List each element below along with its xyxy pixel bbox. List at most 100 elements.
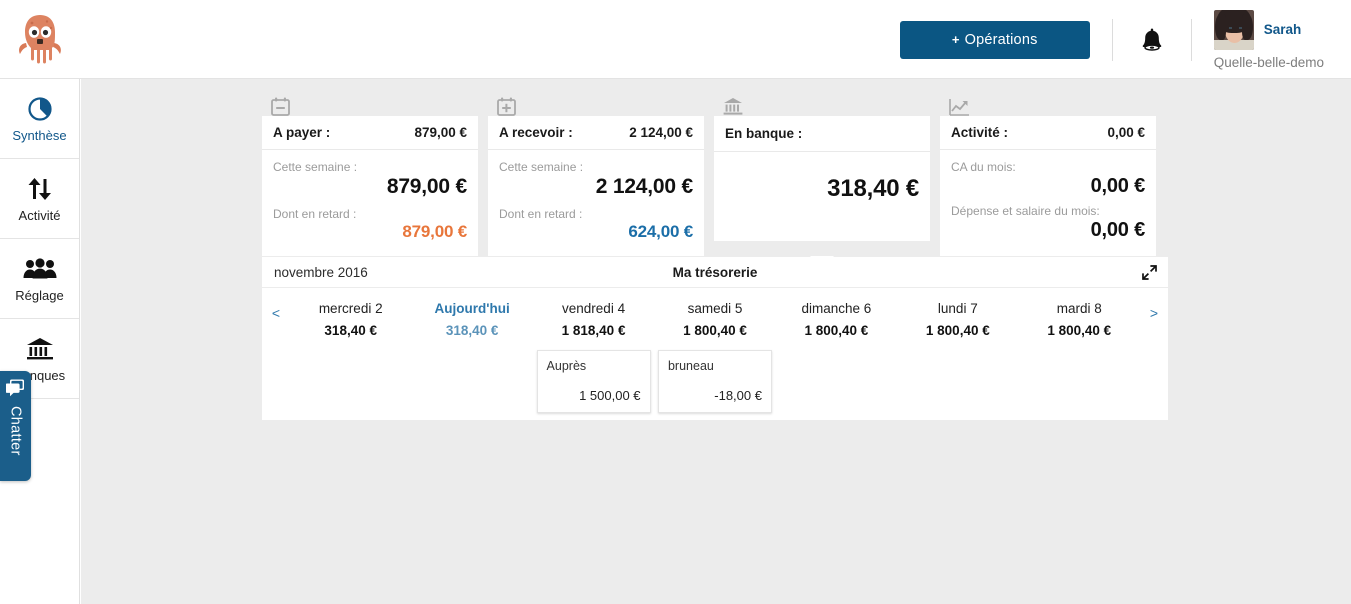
header-actions: + Opérations Sarah Quelle-belle-demo <box>899 0 1351 79</box>
up-down-arrows-icon <box>25 174 55 204</box>
kpi-header: A recevoir : 2 124,00 € <box>488 116 704 150</box>
kpi-header: En banque : <box>714 116 930 152</box>
kpi-row-label: CA du mois: <box>951 160 1016 174</box>
octopus-logo-icon <box>19 15 61 64</box>
treasury-day-column[interactable]: vendredi 4 1 818,40 € Auprès 1 500,00 € <box>533 288 654 419</box>
treasury-header: novembre 2016 Ma trésorerie <box>262 257 1168 288</box>
transaction-name: bruneau <box>667 359 714 373</box>
sidebar-item-label: Réglage <box>15 288 64 303</box>
divider <box>1111 18 1113 61</box>
day-label: Aujourd'hui <box>434 301 510 316</box>
top-header: + Opérations Sarah Quelle-belle-demo <box>0 0 1351 79</box>
avatar <box>1213 9 1254 50</box>
day-balance: 1 800,40 € <box>925 323 990 338</box>
transaction-name: Auprès <box>546 359 587 373</box>
app-root: + Opérations Sarah Quelle-belle-demo Syn… <box>0 0 1351 604</box>
kpi-row-label: Dont en retard : <box>273 207 357 221</box>
user-name: Sarah <box>1263 22 1302 37</box>
day-balance: 318,40 € <box>324 323 377 338</box>
day-balance: 1 800,40 € <box>1047 323 1112 338</box>
kpi-title: A payer : <box>273 125 331 140</box>
kpi-card-en-banque[interactable]: En banque : 318,40 € <box>714 94 930 268</box>
transaction-card[interactable]: bruneau -18,00 € <box>657 350 772 413</box>
kpi-card-activite[interactable]: Activité : 0,00 € CA du mois: 0,00 € Dép… <box>940 94 1156 256</box>
kpi-row-value: 0,00 € <box>1090 219 1146 241</box>
sidebar-item-synthese[interactable]: Synthèse <box>0 79 79 159</box>
sidebar-item-reglage[interactable]: Réglage <box>0 239 79 319</box>
add-operations-button[interactable]: + Opérations <box>899 20 1090 59</box>
kpi-row-value-overdue: 624,00 € <box>628 222 693 241</box>
kpi-header-value: 879,00 € <box>414 125 467 140</box>
kpi-title: A recevoir : <box>499 125 573 140</box>
kpi-card-body: A payer : 879,00 € Cette semaine : 879,0… <box>262 116 478 256</box>
day-label: vendredi 4 <box>562 301 626 316</box>
kpi-row-value: 0,00 € <box>1090 175 1146 197</box>
company-name: Quelle-belle-demo <box>1213 54 1324 70</box>
kpi-details: 318,40 € <box>714 152 930 241</box>
app-logo[interactable] <box>0 0 80 79</box>
day-balance: 1 800,40 € <box>683 323 747 338</box>
transaction-card[interactable]: Auprès 1 500,00 € <box>536 350 651 413</box>
user-menu[interactable]: Sarah Quelle-belle-demo <box>1213 9 1324 70</box>
treasury-day-column[interactable]: mercredi 2 318,40 € <box>290 288 411 419</box>
sidebar-item-activite[interactable]: Activité <box>0 159 79 239</box>
pie-chart-icon <box>27 94 53 124</box>
day-label: dimanche 6 <box>801 301 872 316</box>
transaction-amount: 1 500,00 € <box>579 388 641 403</box>
kpi-details: CA du mois: 0,00 € Dépense et salaire du… <box>940 150 1156 256</box>
sidebar-item-label: Activité <box>18 208 61 223</box>
kpi-header-value: 2 124,00 € <box>629 125 693 140</box>
notifications-button[interactable] <box>1135 20 1169 60</box>
bell-icon <box>1142 28 1161 51</box>
kpi-row-label: Dont en retard : <box>499 207 583 221</box>
kpi-card-body: Activité : 0,00 € CA du mois: 0,00 € Dép… <box>940 116 1156 256</box>
kpi-details: Cette semaine : 2 124,00 € Dont en retar… <box>488 150 704 256</box>
treasury-day-grid: < mercredi 2 318,40 € Aujourd'hui 318,40… <box>262 288 1168 419</box>
plus-icon: + <box>951 32 960 47</box>
sidebar-item-label: Synthèse <box>12 128 67 143</box>
kpi-header: Activité : 0,00 € <box>940 116 1156 150</box>
trend-chart-icon <box>940 94 1156 116</box>
kpi-title: Activité : <box>951 125 1009 140</box>
day-balance: 318,40 € <box>445 323 499 338</box>
people-group-icon <box>23 254 57 284</box>
treasury-panel: novembre 2016 Ma trésorerie < mercredi 2… <box>262 257 1168 420</box>
divider <box>1190 18 1192 61</box>
kpi-row-value: 879,00 € <box>386 175 467 198</box>
expand-diagonal-icon[interactable] <box>1142 264 1157 280</box>
previous-week-button[interactable]: < <box>262 288 290 419</box>
chat-bubble-icon <box>5 379 25 402</box>
kpi-card-body: En banque : 318,40 € <box>714 116 930 241</box>
user-identity-row: Sarah <box>1213 9 1302 50</box>
kpi-title: En banque : <box>725 126 803 141</box>
treasury-day-column[interactable]: lundi 7 1 800,40 € <box>897 288 1018 419</box>
treasury-day-column-today[interactable]: Aujourd'hui 318,40 € <box>411 288 532 419</box>
kpi-row-label: Cette semaine : <box>499 160 584 174</box>
operations-button-label: Opérations <box>964 31 1038 48</box>
treasury-day-column[interactable]: dimanche 6 1 800,40 € <box>776 288 897 419</box>
kpi-card-a-payer[interactable]: A payer : 879,00 € Cette semaine : 879,0… <box>262 94 478 256</box>
kpi-cards-row: A payer : 879,00 € Cette semaine : 879,0… <box>262 94 1156 268</box>
kpi-header: A payer : 879,00 € <box>262 116 478 150</box>
treasury-day-column[interactable]: samedi 5 1 800,40 € bruneau -18,00 € <box>654 288 775 419</box>
treasury-day-column[interactable]: mardi 8 1 800,40 € <box>1019 288 1140 419</box>
chatter-tab[interactable]: Chatter <box>0 371 31 481</box>
kpi-row-value: 2 124,00 € <box>595 175 693 198</box>
chatter-label: Chatter <box>7 406 24 456</box>
kpi-row-value-overdue: 879,00 € <box>402 222 467 241</box>
day-label: lundi 7 <box>937 301 978 316</box>
next-week-button[interactable]: > <box>1140 288 1168 419</box>
day-label: mercredi 2 <box>318 301 383 316</box>
kpi-card-a-recevoir[interactable]: A recevoir : 2 124,00 € Cette semaine : … <box>488 94 704 256</box>
kpi-row-label: Cette semaine : <box>273 160 358 174</box>
day-label: mardi 8 <box>1056 301 1102 316</box>
day-balance: 1 818,40 € <box>561 323 626 338</box>
day-label: samedi 5 <box>687 301 743 316</box>
kpi-card-body: A recevoir : 2 124,00 € Cette semaine : … <box>488 116 704 256</box>
calendar-plus-icon <box>488 94 704 116</box>
bank-balance-value: 318,40 € <box>827 175 919 202</box>
left-sidebar: Synthèse Activité Réglage Banques <box>0 79 80 604</box>
calendar-minus-icon <box>262 94 478 116</box>
transaction-amount: -18,00 € <box>714 388 762 403</box>
main-content: A payer : 879,00 € Cette semaine : 879,0… <box>81 79 1351 604</box>
